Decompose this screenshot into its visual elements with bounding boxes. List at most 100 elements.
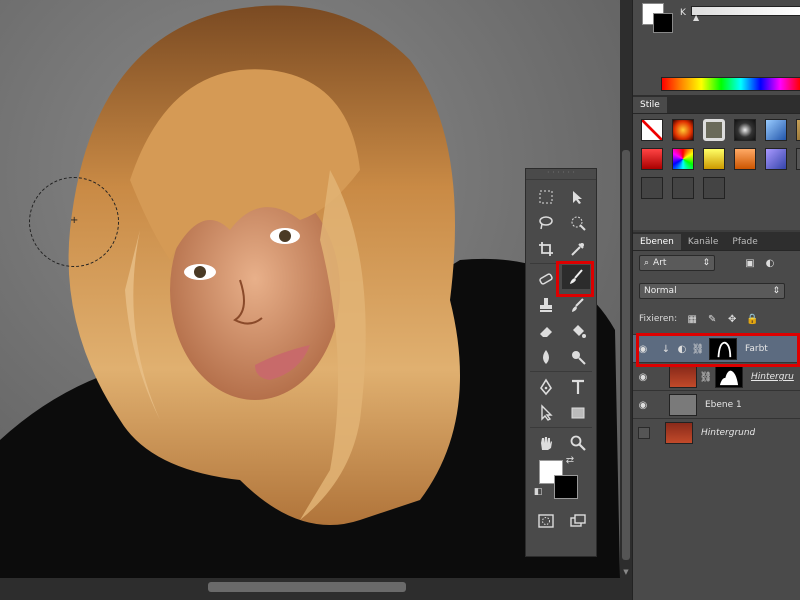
style-red-button[interactable] — [641, 148, 663, 170]
marquee-tool[interactable] — [532, 185, 560, 209]
tool-palette: · · · · · · ⇄ ◧ — [525, 168, 597, 557]
style-purple-button[interactable] — [765, 148, 787, 170]
lock-label: Fixieren: — [639, 314, 678, 324]
layer-thumbnail — [669, 366, 697, 388]
eyedropper-tool[interactable] — [564, 237, 592, 261]
path-selection-tool[interactable] — [532, 401, 560, 425]
blend-mode-value: Normal — [644, 286, 677, 296]
lasso-tool[interactable] — [532, 211, 560, 235]
layers-tabbar: Ebenen Kanäle Pfade — [633, 232, 800, 251]
blur-tool[interactable] — [532, 345, 560, 369]
lock-transparency-icon[interactable]: ▦ — [685, 312, 699, 326]
blend-mode-dropdown[interactable]: Normal ⇕ — [639, 283, 785, 299]
bandage-icon — [539, 273, 553, 285]
scroll-down-icon[interactable]: ▼ — [622, 568, 630, 576]
style-outline-box[interactable] — [703, 119, 725, 141]
styles-grid — [641, 119, 800, 199]
slider-thumb-icon[interactable]: ▲ — [693, 13, 699, 22]
text-icon — [572, 379, 584, 394]
background-color-swatch[interactable] — [554, 475, 578, 499]
zoom-tool[interactable] — [564, 431, 592, 455]
layer-thumbnail — [665, 422, 693, 444]
tab-paths[interactable]: Pfade — [725, 234, 764, 250]
tool-separator — [530, 371, 592, 372]
style-empty[interactable] — [672, 177, 694, 199]
style-none[interactable] — [641, 119, 663, 141]
panel-background-swatch[interactable] — [653, 13, 673, 33]
crosshair-icon: + — [70, 215, 79, 226]
style-color-pixels[interactable] — [672, 148, 694, 170]
style-blue-cube[interactable] — [765, 119, 787, 141]
history-brush-tool[interactable] — [564, 293, 592, 317]
lock-row: Fixieren: ▦ ✎ ✥ 🔒 — [639, 310, 759, 328]
styles-panel: Stile — [633, 95, 800, 230]
visibility-toggle[interactable] — [638, 427, 650, 439]
lock-all-icon[interactable]: 🔒 — [745, 312, 759, 326]
horizontal-scroll-thumb[interactable] — [208, 582, 406, 592]
chain-link-icon[interactable]: ⛓ — [699, 370, 713, 384]
layer-thumbnail — [669, 394, 697, 416]
screen-mode-button[interactable] — [564, 509, 592, 533]
k-channel-slider[interactable] — [691, 6, 800, 16]
vertical-scrollbar[interactable]: ▼ — [620, 0, 632, 578]
move-tool[interactable] — [564, 185, 592, 209]
type-tool[interactable] — [564, 375, 592, 399]
dodge-tool[interactable] — [564, 345, 592, 369]
layer-row-hintergrund[interactable]: Hintergrund — [633, 418, 800, 447]
color-panel: K ▲ — [633, 0, 800, 95]
rectangle-tool[interactable] — [564, 401, 592, 425]
layer-mask-thumbnail[interactable] — [715, 366, 743, 388]
tab-layers[interactable]: Ebenen — [633, 234, 681, 250]
path-select-icon — [541, 404, 553, 421]
image-filter-icon[interactable]: ▣ — [743, 256, 757, 270]
hand-tool[interactable] — [532, 431, 560, 455]
style-chrome-ball[interactable] — [734, 119, 756, 141]
style-empty[interactable] — [703, 177, 725, 199]
style-red-glow[interactable] — [672, 119, 694, 141]
lock-position-icon[interactable]: ✥ — [725, 312, 739, 326]
filter-type-dropdown[interactable]: ⌕ Art ⇕ — [639, 255, 715, 271]
adjustment-filter-icon[interactable]: ◐ — [763, 256, 777, 270]
crop-tool[interactable] — [532, 237, 560, 261]
bucket-icon — [573, 325, 586, 338]
style-gold-texture[interactable] — [796, 119, 800, 141]
layer-name: Hintergru — [751, 372, 794, 382]
eye-icon[interactable]: ◉ — [633, 372, 653, 383]
lock-paint-icon[interactable]: ✎ — [705, 312, 719, 326]
right-panel-dock: K ▲ Stile Ebenen Kanäle Pfade ⌕ Art ⇕ ▣ … — [632, 0, 800, 600]
document-canvas[interactable]: + · · · · · · ⇄ ◧ — [0, 0, 620, 578]
eye-icon[interactable]: ◉ — [633, 400, 653, 411]
quick-mask-button[interactable] — [532, 509, 560, 533]
eraser-tool[interactable] — [532, 319, 560, 343]
brush-cursor: + — [29, 177, 119, 267]
quick-selection-tool[interactable] — [564, 211, 592, 235]
dodge-icon — [572, 351, 586, 365]
swap-colors-icon[interactable]: ⇄ — [562, 453, 578, 467]
eraser-icon — [540, 327, 552, 337]
eyedropper-icon — [571, 243, 584, 256]
brush-tool-highlight — [556, 261, 594, 297]
pen-tool[interactable] — [532, 375, 560, 399]
palette-grip[interactable]: · · · · · · — [526, 169, 596, 180]
default-colors-icon[interactable]: ◧ — [530, 485, 546, 499]
tool-separator — [530, 427, 592, 428]
crop-icon — [539, 242, 553, 256]
paint-bucket-tool[interactable] — [564, 319, 592, 343]
style-empty[interactable] — [641, 177, 663, 199]
history-brush-icon — [572, 298, 584, 312]
drop-icon — [543, 350, 549, 364]
channel-label: K — [680, 8, 686, 18]
vertical-scroll-thumb[interactable] — [622, 150, 630, 560]
style-yellow-button[interactable] — [703, 148, 725, 170]
layer-name: Hintergrund — [701, 428, 756, 438]
chevron-updown-icon: ⇕ — [772, 286, 780, 296]
tab-styles[interactable]: Stile — [633, 97, 667, 113]
horizontal-scrollbar[interactable] — [0, 578, 632, 600]
filter-row: ⌕ Art ⇕ ▣ ◐ — [639, 254, 777, 272]
style-dark-gray[interactable] — [796, 148, 800, 170]
clone-stamp-tool[interactable] — [532, 293, 560, 317]
layer-row-ebene-1[interactable]: ◉ Ebene 1 — [633, 390, 800, 419]
tab-channels[interactable]: Kanäle — [681, 234, 726, 250]
color-spectrum-ramp[interactable] — [661, 77, 800, 91]
style-orange-gradient[interactable] — [734, 148, 756, 170]
